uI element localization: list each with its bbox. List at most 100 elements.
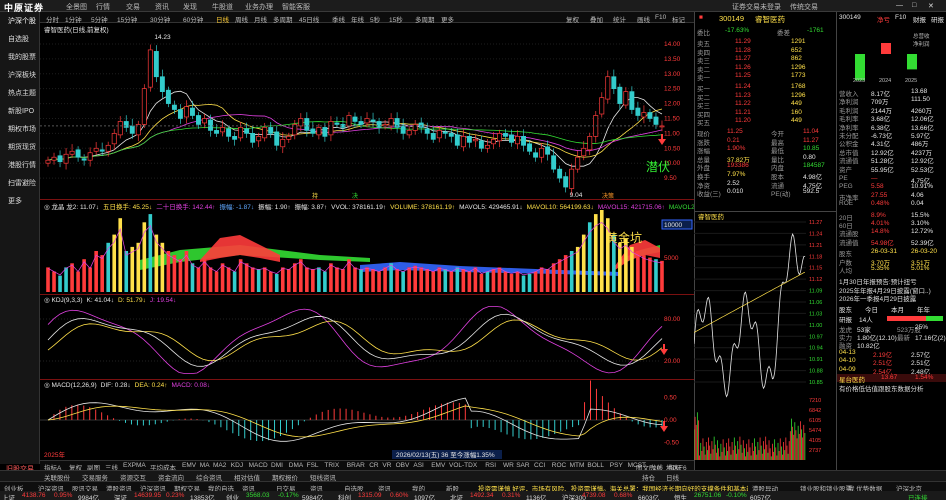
indicator-tab[interactable]: EXPMA bbox=[123, 462, 146, 469]
price-axis-label: 13.00 bbox=[664, 71, 681, 78]
left-nav-item[interactable]: 期权市场 bbox=[8, 124, 36, 134]
indicator-tab[interactable]: RSI bbox=[485, 462, 496, 469]
indicator-tab[interactable]: VR bbox=[382, 462, 391, 469]
volume-bar bbox=[533, 271, 538, 292]
fin-row: 20日 8.9% 15.5% bbox=[837, 212, 946, 222]
left-nav-item[interactable]: 新股IPO bbox=[8, 106, 34, 116]
price-axis-label: 14.00 bbox=[664, 41, 681, 48]
kdj-svg[interactable]: 80.00 20.00 bbox=[40, 295, 694, 380]
candle-body bbox=[617, 86, 623, 104]
bid-volume: 160 bbox=[791, 108, 802, 116]
indicator-tab[interactable]: WR bbox=[503, 462, 514, 469]
top-menu-item[interactable]: 业务办理 bbox=[245, 2, 273, 12]
intraday-svg[interactable]: 睿智医药 11.27 11.24 11.21 11.18 11.15 11.12 11.09 1… bbox=[693, 212, 836, 464]
candlestick-svg[interactable]: 14.23 9.04 14.00 13.50 13.00 12.50 12.00 11.50 1… bbox=[40, 23, 694, 200]
fin-bar bbox=[855, 54, 865, 81]
start-year-label: 2025年 bbox=[44, 450, 65, 459]
fin-row: 流通值 51.28亿 12.92亿 bbox=[837, 155, 946, 165]
left-nav-item[interactable]: 港股行情 bbox=[8, 160, 36, 170]
financial-panel: 300149 净亏 F10 财报 研报 2023 2024 2025 总营收 净利润 营收入 8.17… bbox=[836, 12, 946, 470]
volume-bar bbox=[365, 267, 369, 292]
indicator-tab[interactable]: MA2 bbox=[213, 462, 226, 469]
top-menu-right-item[interactable]: 传统交易 bbox=[790, 2, 818, 12]
left-nav-item[interactable]: 扫雷避险 bbox=[8, 178, 36, 188]
indicator-tab[interactable]: PSY bbox=[610, 462, 623, 469]
indicator-tab[interactable]: FSL bbox=[307, 462, 319, 469]
top-menu-item[interactable]: 智能客服 bbox=[282, 2, 310, 12]
left-nav-item[interactable]: 我的股票 bbox=[8, 52, 36, 62]
signal-marker: 决策 bbox=[602, 192, 614, 200]
index-amount: 9984亿 bbox=[78, 495, 99, 500]
volume-bar bbox=[359, 269, 363, 292]
top-menu-item[interactable]: 资讯 bbox=[155, 2, 169, 12]
candle-body bbox=[472, 138, 478, 142]
indicator-tab[interactable]: KDJ bbox=[231, 462, 243, 469]
indicator-tab[interactable]: ROC bbox=[552, 462, 566, 469]
window-control-minimize-icon[interactable]: — bbox=[896, 2, 903, 9]
candle-body bbox=[57, 155, 63, 163]
indicator-tab[interactable]: MA bbox=[200, 462, 210, 469]
top-menu-item[interactable]: 交易 bbox=[126, 2, 140, 12]
volume-panel[interactable]: ◎ 龙晶 龙2: 11.07↓ 五日换手: 45.25↓ 二十日换手: 142.44… bbox=[40, 200, 700, 295]
candle-body bbox=[569, 168, 575, 189]
toolbar-right-button[interactable]: F10 bbox=[655, 14, 666, 21]
fin-tab[interactable]: 研报 bbox=[931, 14, 944, 24]
candle-body bbox=[177, 109, 183, 119]
fin-tab[interactable]: 财报 bbox=[913, 14, 926, 24]
volume-bar bbox=[521, 275, 526, 292]
fin-footer[interactable]: 有价格低估值跟股东数据分析 bbox=[839, 383, 946, 393]
candle-body bbox=[635, 107, 641, 116]
indicator-tab[interactable]: DMA bbox=[289, 462, 303, 469]
rating-tab[interactable]: 今日 bbox=[865, 304, 878, 314]
left-nav-item[interactable]: 沪深个股 bbox=[8, 16, 36, 26]
fin-row-value: 52.39亿 bbox=[911, 239, 934, 247]
macd-svg[interactable]: 0.50 0.00 -0.50 2026/02/13(五) 36 至今涨幅1.35% 2… bbox=[40, 380, 694, 460]
fin-tab[interactable]: F10 bbox=[895, 14, 906, 21]
indicator-tab[interactable]: BRAR bbox=[347, 462, 365, 469]
left-nav-item[interactable]: 沪深板块 bbox=[8, 70, 36, 80]
indicator-tab[interactable]: BOLL bbox=[587, 462, 604, 469]
candlestick-chart-panel[interactable]: 睿智医药(日线,前复权) 14.23 9.04 14.00 13.50 13.00 12.… bbox=[40, 23, 694, 200]
top-menu-item[interactable]: 全景图 bbox=[66, 2, 87, 12]
kdj-legend-item: K: 41.04↓ bbox=[86, 297, 115, 304]
candle-body bbox=[117, 121, 123, 136]
window-control-maximize-icon[interactable]: □ bbox=[912, 2, 916, 9]
left-nav-item[interactable]: 热点主题 bbox=[8, 88, 36, 98]
kdj-panel[interactable]: ◎ KDJ(9,3,3) K: 41.04↓ D: 51.79↓ J: 19.54↓ … bbox=[40, 295, 694, 380]
indicator-tab[interactable]: MACD bbox=[249, 462, 268, 469]
indicator-tab[interactable]: CR bbox=[369, 462, 378, 469]
index-change: -0.17% bbox=[278, 492, 299, 499]
candle-body bbox=[141, 88, 147, 125]
left-nav-item[interactable]: 期货现货 bbox=[8, 142, 36, 152]
macd-legend-item: DEA: 0.24↑ bbox=[134, 382, 168, 389]
top-menu-right-item[interactable]: 证券交易未登录 bbox=[732, 2, 781, 12]
indicator-tab[interactable]: DMI bbox=[271, 462, 283, 469]
rating-tab[interactable]: 年年 bbox=[917, 304, 930, 314]
window-control-close-icon[interactable]: ✕ bbox=[928, 2, 934, 10]
top-menu-item[interactable]: 牛股道 bbox=[212, 2, 233, 12]
indicator-tab[interactable]: MTM bbox=[570, 462, 585, 469]
indicator-tab[interactable]: EMV bbox=[182, 462, 196, 469]
left-nav-item[interactable]: 自选股 bbox=[8, 34, 29, 44]
indicator-tab[interactable]: OBV bbox=[396, 462, 410, 469]
fin-row: PE —4.75亿 bbox=[837, 175, 946, 185]
rating-tab[interactable]: 本月 bbox=[891, 304, 904, 314]
indicator-tab[interactable]: ASI bbox=[413, 462, 423, 469]
candle-body bbox=[563, 176, 569, 188]
indicator-tab[interactable]: TRIX bbox=[324, 462, 339, 469]
top-menu-item[interactable]: 发现 bbox=[183, 2, 197, 12]
macd-panel[interactable]: ◎ MACD(12,26,9) DIF: 0.28↓ DEA: 0.24↑ MACD:… bbox=[40, 380, 694, 460]
volume-bar bbox=[437, 267, 442, 292]
volume-bar bbox=[124, 251, 129, 292]
left-nav-item[interactable]: 更多 bbox=[8, 196, 22, 206]
top-menu-item[interactable]: 行情 bbox=[96, 2, 110, 12]
fin-tab[interactable]: 净亏 bbox=[877, 14, 890, 24]
rating-tab[interactable]: 股东 bbox=[839, 304, 852, 314]
indicator-tab[interactable]: VOL-TDX bbox=[449, 462, 477, 469]
indicator-tab[interactable]: EMV bbox=[431, 462, 445, 469]
intraday-mini-chart[interactable]: 睿智医药 11.27 11.24 11.21 11.18 11.15 11.12 11.09 1… bbox=[693, 211, 836, 464]
indicator-tab[interactable]: CCI bbox=[534, 462, 545, 469]
volume-svg[interactable]: 10000 5000 黄金坑 bbox=[40, 200, 694, 295]
candle-body bbox=[370, 119, 376, 122]
indicator-tab[interactable]: SAR bbox=[516, 462, 529, 469]
